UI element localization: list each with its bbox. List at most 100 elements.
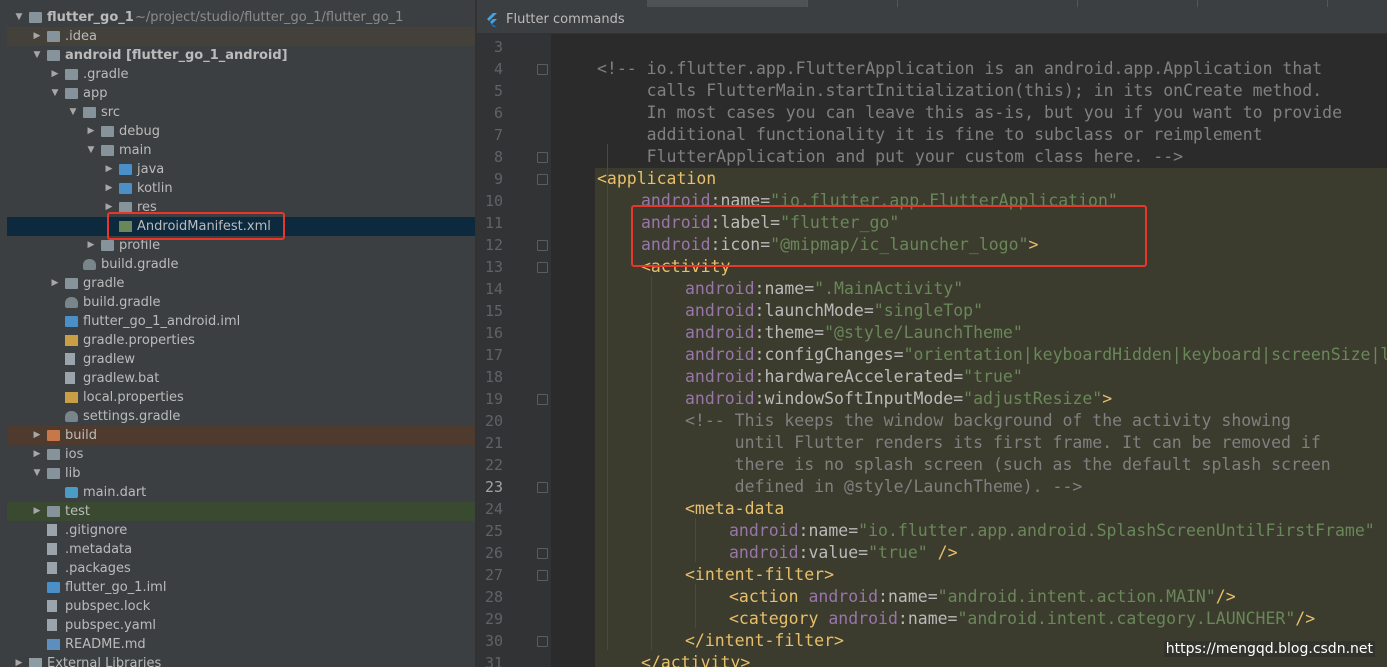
code-line[interactable]: android:theme="@style/LaunchTheme" <box>685 322 1023 344</box>
code-line[interactable]: android:launchMode="singleTop" <box>685 300 983 322</box>
editor-tab-strip[interactable] <box>477 0 1387 7</box>
chevron-right-icon[interactable]: ▶ <box>32 502 42 521</box>
tree-item[interactable]: ▼ flutter_go_1 ~/project/studio/flutter_go… <box>7 8 475 27</box>
chevron-right-icon[interactable]: ▶ <box>14 654 24 667</box>
fold-marker-icon[interactable] <box>537 548 548 559</box>
chevron-down-icon[interactable]: ▼ <box>68 103 78 122</box>
chevron-down-icon[interactable]: ▼ <box>14 8 24 27</box>
tree-item[interactable]: build.gradle <box>7 293 475 312</box>
tree-item[interactable]: ▼ main <box>7 141 475 160</box>
fold-marker-icon[interactable] <box>537 64 548 75</box>
chevron-right-icon[interactable]: ▶ <box>50 65 60 84</box>
code-line[interactable]: android:name="io.flutter.app.android.Spl… <box>729 520 1375 542</box>
chevron-right-icon[interactable]: ▶ <box>86 122 96 141</box>
tree-item[interactable]: .metadata <box>7 540 475 559</box>
code-line[interactable]: <intent-filter> <box>685 564 834 586</box>
tree-item[interactable]: build.gradle <box>7 255 475 274</box>
chevron-right-icon[interactable]: ▶ <box>86 236 96 255</box>
code-line[interactable]: additional functionality it is fine to s… <box>597 124 1263 146</box>
fold-marker-icon[interactable] <box>537 394 548 405</box>
code-line[interactable]: <application <box>597 168 716 190</box>
fold-marker-icon[interactable] <box>537 174 548 185</box>
tree-item[interactable]: pubspec.lock <box>7 597 475 616</box>
chevron-down-icon[interactable]: ▼ <box>32 46 42 65</box>
fold-marker-icon[interactable] <box>537 482 548 493</box>
code-line[interactable]: <!-- io.flutter.app.FlutterApplication i… <box>597 58 1322 80</box>
code-token: > <box>1102 389 1113 408</box>
code-line[interactable]: android:windowSoftInputMode="adjustResiz… <box>685 388 1112 410</box>
code-token: <meta-data <box>685 499 785 518</box>
line-number: 10 <box>484 192 503 210</box>
tree-item[interactable]: ▼ android [flutter_go_1_android] <box>7 46 475 65</box>
tree-item[interactable]: ▼ lib <box>7 464 475 483</box>
code-area[interactable]: <!-- io.flutter.app.FlutterApplication i… <box>551 34 1387 667</box>
line-number: 30 <box>484 632 503 650</box>
tree-item[interactable]: ▶ test <box>7 502 475 521</box>
line-number: 24 <box>484 500 503 518</box>
tree-item[interactable]: ▶ gradle <box>7 274 475 293</box>
fold-marker-icon[interactable] <box>537 636 548 647</box>
tree-item[interactable]: ▶ ios <box>7 445 475 464</box>
line-number-gutter[interactable]: 3 4 5 6 7 8 9 10 11 12 13 14 15 16 17 18 19 20 21 22 23 24 25 2… <box>477 34 551 667</box>
code-line[interactable]: </activity> <box>641 652 750 667</box>
tree-item[interactable]: ▶ .gradle <box>7 65 475 84</box>
code-line[interactable]: until Flutter renders its first frame. I… <box>685 432 1321 454</box>
code-line[interactable]: calls FlutterMain.startInitialization(th… <box>597 80 1323 102</box>
chevron-right-icon[interactable]: ▶ <box>32 445 42 464</box>
tree-item[interactable]: .packages <box>7 559 475 578</box>
flutter-commands-bar[interactable]: Flutter commands <box>477 7 1387 34</box>
fold-marker-icon[interactable] <box>537 240 548 251</box>
code-line[interactable]: defined in @style/LaunchTheme). --> <box>685 476 1083 498</box>
code-line[interactable]: android:hardwareAccelerated="true" <box>685 366 1023 388</box>
chevron-right-icon[interactable]: ▶ <box>104 160 114 179</box>
code-line[interactable]: <meta-data <box>685 498 784 520</box>
line-number: 27 <box>484 566 503 584</box>
code-token: :name= <box>798 521 859 540</box>
code-token: </intent-filter> <box>685 631 844 650</box>
code-line[interactable]: android:name=".MainActivity" <box>685 278 963 300</box>
tree-item[interactable]: ▼ src <box>7 103 475 122</box>
tree-item[interactable]: local.properties <box>7 388 475 407</box>
fold-marker-icon[interactable] <box>537 570 548 581</box>
code-line[interactable]: <!-- This keeps the window background of… <box>685 410 1291 432</box>
chevron-down-icon[interactable]: ▼ <box>50 84 60 103</box>
tree-item[interactable]: gradlew.bat <box>7 369 475 388</box>
code-line[interactable]: In most cases you can leave this as-is, … <box>597 102 1342 124</box>
chevron-right-icon[interactable]: ▶ <box>32 27 42 46</box>
code-line[interactable]: android:value="true" /> <box>729 542 958 564</box>
code-line[interactable]: there is no splash screen (such as the d… <box>685 454 1331 476</box>
tree-item[interactable]: ▶ .idea <box>7 27 475 46</box>
fold-marker-icon[interactable] <box>537 262 548 273</box>
code-line[interactable]: android:configChanges="orientation|keybo… <box>685 344 1387 366</box>
line-number: 4 <box>493 60 503 78</box>
tree-item[interactable]: settings.gradle <box>7 407 475 426</box>
tree-item[interactable]: ▼ app <box>7 84 475 103</box>
tree-item[interactable]: gradlew <box>7 350 475 369</box>
code-line[interactable]: </intent-filter> <box>685 630 844 652</box>
chevron-down-icon[interactable]: ▼ <box>86 141 96 160</box>
tree-item[interactable]: main.dart <box>7 483 475 502</box>
chevron-right-icon[interactable]: ▶ <box>50 274 60 293</box>
code-line[interactable]: <category android:name="android.intent.c… <box>729 608 1315 630</box>
tree-item[interactable]: ▶ External Libraries <box>7 654 475 667</box>
fold-marker-icon[interactable] <box>537 152 548 163</box>
tree-item[interactable]: pubspec.yaml <box>7 616 475 635</box>
tree-item[interactable]: ▶ debug <box>7 122 475 141</box>
chevron-down-icon[interactable]: ▼ <box>32 464 42 483</box>
tree-item[interactable]: .gitignore <box>7 521 475 540</box>
chevron-right-icon[interactable]: ▶ <box>32 426 42 445</box>
tree-item[interactable]: ▶ kotlin <box>7 179 475 198</box>
code-token: "singleTop" <box>873 301 984 320</box>
code-line[interactable]: FlutterApplication and put your custom c… <box>597 146 1183 168</box>
tree-item-label: pubspec.yaml <box>65 618 156 633</box>
code-line[interactable]: <action android:name="android.intent.act… <box>729 586 1236 608</box>
code-token: <!-- This keeps the window background of… <box>685 411 1291 430</box>
tree-item[interactable]: gradle.properties <box>7 331 475 350</box>
tree-item[interactable]: ▶ java <box>7 160 475 179</box>
tree-item[interactable]: ▶ build <box>7 426 475 445</box>
tree-item[interactable]: flutter_go_1_android.iml <box>7 312 475 331</box>
tree-item[interactable]: README.md <box>7 635 475 654</box>
tree-item[interactable]: flutter_go_1.iml <box>7 578 475 597</box>
chevron-right-icon[interactable]: ▶ <box>104 179 114 198</box>
folder-icon <box>65 278 78 289</box>
